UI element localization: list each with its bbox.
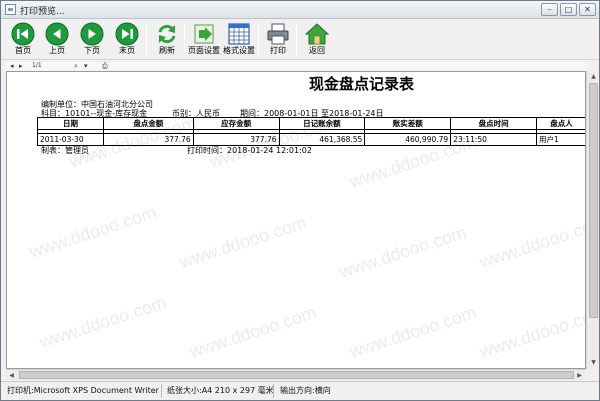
- grid-format-icon: [228, 23, 250, 45]
- cell-expected-amount: 377.76: [192, 133, 280, 146]
- column-header: 日记账余额: [278, 117, 366, 130]
- printer-icon: [267, 23, 289, 45]
- cell-date: 2011-03-30: [37, 133, 104, 146]
- refresh-label: 刷新: [159, 46, 175, 55]
- prev-page-icon: [45, 22, 69, 46]
- watermark: www.ddooo.com: [186, 302, 319, 362]
- report-title: 现金盘点记录表: [309, 75, 415, 93]
- watermark: www.ddooo.com: [476, 302, 586, 362]
- horizontal-scroll-thumb[interactable]: [19, 371, 574, 379]
- refresh-button[interactable]: 刷新: [153, 22, 181, 58]
- window-title: 打印预览...: [20, 7, 65, 17]
- toolbar: 首页 上页 下页 末页 刷新 页面设置 格式设置 打印 返回: [1, 20, 599, 60]
- next-page-button[interactable]: 下页: [78, 22, 106, 58]
- report-preparer: 制表：管理员: [41, 146, 89, 155]
- cell-count-amount: 377.76: [102, 133, 194, 146]
- watermark: www.ddooo.com: [36, 292, 169, 352]
- report-print-time: 打印时间：2018-01-24 12:01:02: [187, 146, 312, 155]
- cell-difference: 460,990.79: [364, 133, 452, 146]
- watermark: www.ddooo.com: [26, 202, 159, 262]
- last-page-label: 末页: [119, 46, 135, 55]
- print-label: 打印: [270, 46, 286, 55]
- horizontal-scrollbar[interactable]: ◀ ▶: [6, 369, 586, 380]
- preview-mini-toolbar: ◂ ▸ 1/1 ⌕ ▾ ⎙: [6, 62, 586, 71]
- first-page-icon: [11, 22, 35, 46]
- status-divider: [273, 384, 274, 398]
- scroll-up-icon[interactable]: ▲: [588, 71, 599, 82]
- column-header: 盘点人: [536, 117, 585, 130]
- back-label: 返回: [309, 46, 325, 55]
- next-page-label: 下页: [84, 46, 100, 55]
- print-preview-window: 打印预览... – □ ✕ 首页 上页 下页 末页 刷新 页面设置 格式设置 打…: [0, 0, 600, 401]
- status-orientation: 输出方向:横向: [280, 386, 331, 395]
- cash-count-table: 日期 盘点金额 应存金额 日记账余额 账实差额 盘点时间 盘点人 2011-03…: [37, 117, 585, 146]
- page-indicator: 1/1: [32, 62, 42, 69]
- column-header: 账实差额: [364, 117, 452, 130]
- column-header: 日期: [37, 117, 104, 130]
- column-header: 盘点时间: [450, 117, 537, 130]
- home-icon: [305, 23, 329, 45]
- status-divider: [161, 384, 162, 398]
- zoom-dropdown-icon[interactable]: ▾: [84, 62, 88, 70]
- title-bar: 打印预览... – □ ✕: [1, 1, 599, 19]
- status-printer: 打印机:Microsoft XPS Document Writer: [7, 386, 159, 395]
- nav-back-small-icon[interactable]: ◂: [10, 62, 14, 70]
- zoom-icon[interactable]: ⌕: [74, 62, 78, 70]
- scroll-right-icon[interactable]: ▶: [574, 370, 585, 381]
- print-button[interactable]: 打印: [264, 22, 292, 58]
- status-paper-size: 纸张大小:A4 210 x 297 毫米: [167, 386, 274, 395]
- app-icon: [5, 4, 16, 15]
- back-button[interactable]: 返回: [303, 22, 331, 58]
- column-header: 盘点金额: [102, 117, 194, 130]
- cell-journal-balance: 461,368.55: [278, 133, 366, 146]
- page-setup-button[interactable]: 页面设置: [188, 22, 220, 58]
- format-setup-label: 格式设置: [223, 46, 255, 55]
- watermark: www.ddooo.com: [476, 212, 586, 272]
- format-setup-button[interactable]: 格式设置: [223, 22, 255, 58]
- maximize-button[interactable]: □: [560, 3, 577, 16]
- minimize-button[interactable]: –: [541, 3, 558, 16]
- watermark: www.ddooo.com: [176, 212, 309, 272]
- table-row: 2011-03-30 377.76 377.76 461,368.55 460,…: [37, 133, 585, 146]
- status-bar: 打印机:Microsoft XPS Document Writer 纸张大小:A…: [1, 381, 599, 400]
- refresh-icon: [158, 24, 176, 44]
- scroll-down-icon[interactable]: ▼: [588, 357, 599, 368]
- prev-page-button[interactable]: 上页: [43, 22, 71, 58]
- cell-count-time: 23:11:50: [450, 133, 537, 146]
- print-preview-area[interactable]: www.ddooo.com www.ddooo.com www.ddooo.co…: [6, 71, 586, 369]
- watermark: www.ddooo.com: [336, 222, 469, 282]
- cell-counter: 用户1: [536, 133, 585, 146]
- table-header-row: 日期 盘点金额 应存金额 日记账余额 账实差额 盘点时间 盘点人: [37, 117, 585, 130]
- last-page-icon: [115, 22, 139, 46]
- vertical-scroll-thumb[interactable]: [589, 83, 598, 318]
- prev-page-label: 上页: [49, 46, 65, 55]
- page-setup-icon: [194, 24, 214, 44]
- first-page-button[interactable]: 首页: [9, 22, 37, 58]
- column-header: 应存金额: [192, 117, 280, 130]
- nav-forward-small-icon[interactable]: ▸: [19, 62, 23, 70]
- last-page-button[interactable]: 末页: [113, 22, 141, 58]
- small-printer-icon[interactable]: ⎙: [102, 62, 108, 70]
- scroll-left-icon[interactable]: ◀: [6, 370, 17, 381]
- next-page-icon: [80, 22, 104, 46]
- page-setup-label: 页面设置: [188, 46, 220, 55]
- close-button[interactable]: ✕: [579, 3, 596, 16]
- watermark: www.ddooo.com: [346, 302, 479, 362]
- vertical-scrollbar[interactable]: ▲ ▼: [586, 71, 599, 369]
